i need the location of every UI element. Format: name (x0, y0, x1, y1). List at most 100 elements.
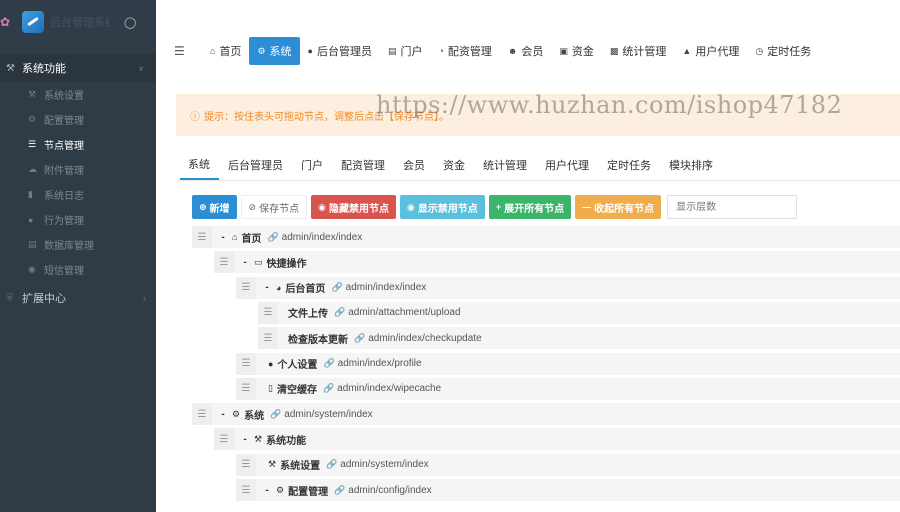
tree-node-row[interactable]: ☰ - ▭ 快捷操作 (214, 251, 900, 274)
tab-system[interactable]: 系统 (180, 150, 219, 180)
node-title: 个人设置 (277, 360, 318, 371)
toolbar: ⊕ 新增 ⊘ 保存节点 ◉ 隐藏禁用节点 ◉ 显示禁用节点 + 展开所有节点 — 收起所有节… (192, 195, 798, 219)
show-disabled-button[interactable]: ◉ 显示禁用节点 (399, 195, 485, 219)
home-icon: ⌂ (232, 232, 238, 242)
node-title: 检查版本更新 (288, 334, 348, 346)
expand-all-button[interactable]: + 展开所有节点 (488, 195, 572, 219)
sidebar-group-extend[interactable]: ⛨ 扩展中心 ‹ (0, 284, 156, 312)
topnav-label: 系统 (269, 46, 292, 58)
node-url: admin/index/profile (337, 358, 422, 369)
tab-module-sort[interactable]: 模块排序 (660, 150, 722, 180)
pie-chart-icon: ◔ (438, 46, 444, 56)
collapse-toggle[interactable]: - (238, 434, 252, 445)
sidebar-item-config[interactable]: ⚙ 配置管理 (0, 107, 156, 132)
topnav-capital-config[interactable]: ◔ 配资管理 (430, 37, 499, 65)
collapse-all-button[interactable]: — 收起所有节点 (575, 195, 662, 219)
link-icon: 🔗 (267, 231, 279, 242)
collapse-toggle[interactable]: - (260, 282, 274, 293)
tab-cron[interactable]: 定时任务 (598, 150, 660, 180)
tree-node-row[interactable]: ☰ - ⚒ 系统功能 (214, 428, 900, 451)
link-icon: 🔗 (334, 484, 346, 495)
sidebar-item-label: 系统设置 (44, 91, 84, 102)
sidebar-item-label: 系统日志 (44, 191, 84, 202)
sidebar-item-attachments[interactable]: ☁ 附件管理 (0, 157, 156, 182)
topnav-statistics[interactable]: ▩ 统计管理 (602, 37, 675, 65)
user-icon: ● (268, 358, 274, 369)
drag-handle-icon[interactable]: ☰ (214, 251, 234, 274)
tree-node-row[interactable]: ☰ ⚒ 系统设置 🔗 admin/system/index (236, 453, 900, 476)
node-title: 后台首页 (285, 284, 326, 296)
link-icon: 🔗 (270, 408, 282, 419)
tree-node-row[interactable]: ☰ - ⚙ 配置管理 🔗 admin/config/index (236, 479, 900, 501)
tree-node-row[interactable]: ☰ - ◕ 后台首页 🔗 admin/index/index (236, 276, 900, 299)
gear-icon: ⚙ (232, 408, 241, 419)
tree-node-row[interactable]: ☰ - ⚙ 系统 🔗 admin/system/index (192, 403, 900, 426)
topnav-members[interactable]: ☻ 会员 (500, 37, 551, 65)
tree-node-row[interactable]: ☰ 检查版本更新 🔗 admin/index/checkupdate (258, 327, 900, 350)
logo-bar: ✿ 后台管理系统 ◯ (0, 0, 156, 44)
node-title: 配置管理 (288, 486, 329, 498)
topnav-agent[interactable]: ▲ 用户代理 (674, 37, 747, 65)
wrench-icon: ⚒ (254, 433, 263, 444)
hide-disabled-button[interactable]: ◉ 隐藏禁用节点 (311, 195, 396, 219)
topnav-system[interactable]: ⚙ 系统 (249, 37, 300, 65)
tree-node-row[interactable]: ☰ 文件上传 🔗 admin/attachment/upload (258, 301, 900, 324)
tree-node-row[interactable]: ☰ ▯ 清空缓存 🔗 admin/index/wipecache (236, 377, 900, 400)
link-icon: 🔗 (331, 282, 343, 293)
sidebar-item-actions[interactable]: ● 行为管理 (0, 207, 156, 232)
menu-toggle-icon[interactable]: ☰ (174, 44, 186, 58)
sidebar-item-label: 附件管理 (44, 166, 84, 177)
tab-portal[interactable]: 门户 (292, 150, 332, 180)
topnav-home[interactable]: ⌂ 首页 (202, 37, 249, 65)
topnav-admin[interactable]: ● 后台管理员 (300, 37, 380, 65)
sidebar-group-label: 扩展中心 (22, 293, 66, 305)
layer-count-input[interactable] (667, 195, 798, 219)
topnav-portal[interactable]: ▤ 门户 (380, 37, 431, 65)
drag-handle-icon[interactable]: ☰ (258, 301, 278, 324)
drag-handle-icon[interactable]: ☰ (236, 377, 256, 400)
drag-handle-icon[interactable]: ☰ (236, 479, 256, 501)
bar-chart-icon: ▩ (609, 45, 619, 56)
add-button[interactable]: ⊕ 新增 (192, 195, 237, 219)
sidebar-item-logs[interactable]: ▮ 系统日志 (0, 182, 156, 207)
sidebar-item-sms[interactable]: ◉ 短信管理 (0, 257, 156, 282)
tab-statistics[interactable]: 统计管理 (474, 150, 536, 180)
sidebar-item-system-settings[interactable]: ⚒ 系统设置 (0, 82, 156, 107)
sidebar-item-database[interactable]: ▤ 数据库管理 (0, 232, 156, 257)
node-title: 系统 (244, 410, 265, 422)
tab-admin[interactable]: 后台管理员 (219, 150, 292, 180)
drag-handle-icon[interactable]: ☰ (236, 276, 256, 299)
clock-icon: ◷ (755, 45, 764, 56)
chevron-left-icon: ‹ (143, 293, 146, 303)
tab-capital-config[interactable]: 配资管理 (332, 150, 394, 180)
topnav-label: 门户 (400, 46, 423, 58)
wrench-icon: ⚒ (268, 459, 277, 470)
topnav-funds[interactable]: ▣ 资金 (551, 37, 602, 65)
tab-funds[interactable]: 资金 (434, 150, 474, 180)
drag-handle-icon[interactable]: ☰ (192, 403, 212, 426)
list-icon: ☰ (28, 139, 37, 149)
collapse-toggle[interactable]: - (216, 232, 230, 243)
collapse-toggle[interactable]: - (238, 257, 252, 268)
tab-members[interactable]: 会员 (394, 150, 434, 180)
save-nodes-button[interactable]: ⊘ 保存节点 (240, 195, 308, 219)
drag-handle-icon[interactable]: ☰ (258, 327, 278, 350)
collapse-toggle[interactable]: - (216, 409, 230, 420)
wrench-icon: ⚒ (28, 89, 37, 99)
sidebar-item-nodes[interactable]: ☰ 节点管理 (0, 132, 156, 157)
drag-handle-icon[interactable]: ☰ (214, 428, 234, 451)
drag-handle-icon[interactable]: ☰ (236, 352, 256, 375)
tree-node-row[interactable]: ☰ ● 个人设置 🔗 admin/index/profile (236, 352, 900, 375)
tab-agent[interactable]: 用户代理 (536, 150, 598, 180)
link-icon: 🔗 (334, 307, 346, 318)
drag-handle-icon[interactable]: ☰ (192, 226, 212, 248)
bell-icon[interactable]: ◯ (124, 16, 136, 29)
sitemap-icon: ▲ (682, 46, 692, 56)
topnav-cron[interactable]: ◷ 定时任务 (747, 37, 819, 65)
drag-handle-icon[interactable]: ☰ (236, 453, 256, 476)
tree-node-row[interactable]: ☰ - ⌂ 首页 🔗 admin/index/index (192, 226, 900, 248)
collapse-toggle[interactable]: - (260, 485, 274, 496)
sidebar-group-system[interactable]: ⚒ 系统功能 ∨ (0, 54, 156, 82)
sidebar-group-label: 系统功能 (22, 63, 66, 75)
node-url: admin/system/index (340, 459, 429, 471)
